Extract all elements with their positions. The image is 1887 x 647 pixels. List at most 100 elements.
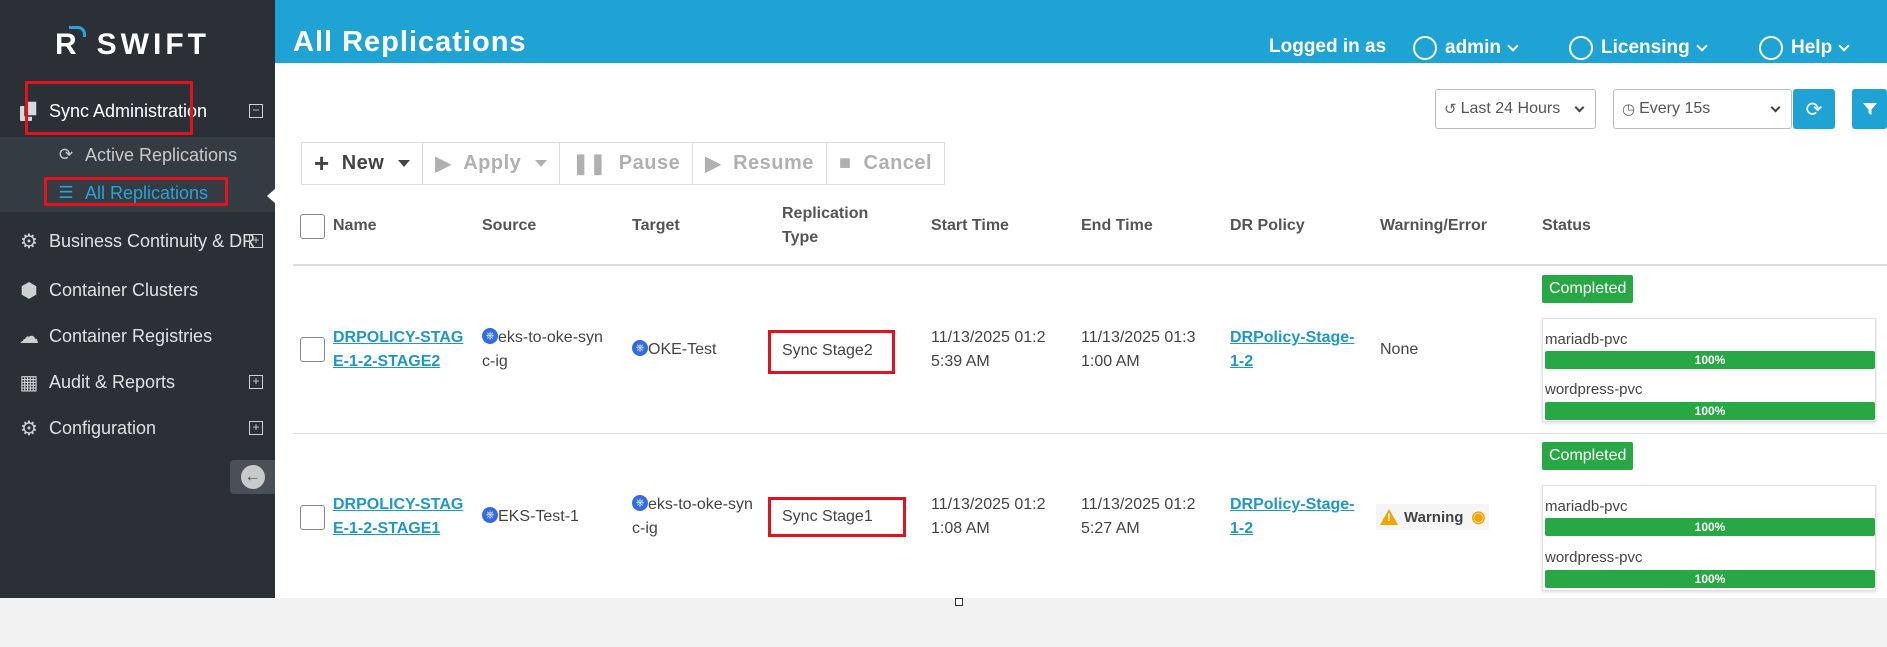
collapse-minus-icon[interactable]: − [249, 104, 263, 118]
pvc-name: wordpress-pvc [1545, 549, 1643, 566]
eye-icon[interactable]: ◉ [1471, 507, 1485, 527]
licensing-label: Licensing [1601, 37, 1690, 58]
column-header-status[interactable]: Status [1542, 214, 1591, 238]
cancel-button[interactable]: ■ Cancel [827, 143, 944, 184]
history-icon: ↺ [1444, 101, 1457, 118]
status-badge: Completed [1542, 275, 1634, 303]
link-text: E-1-2-STAGE2 [333, 353, 441, 370]
row-checkbox[interactable] [300, 337, 325, 362]
refresh-interval-select[interactable]: ◷ Every 15s [1613, 89, 1792, 129]
sidebar-item-container-registries[interactable]: ☁ Container Registries [0, 321, 275, 351]
expand-plus-icon[interactable]: + [249, 421, 263, 435]
sidebar-item-business-continuity[interactable]: ⚙ Business Continuity & DR + [0, 226, 275, 256]
column-header-end-time[interactable]: End Time [1081, 214, 1153, 238]
column-header-start-time[interactable]: Start Time [931, 214, 1009, 238]
action-toolbar: + New ▶ Apply ❚❚ Pause ▶ Resume ■ Cancel [301, 142, 946, 185]
column-header-target[interactable]: Target [632, 214, 680, 238]
dr-policy-link[interactable]: DRPolicy-Stage- 1-2 [1230, 326, 1354, 374]
sidebar-item-configuration[interactable]: ⚙ Configuration + [0, 413, 275, 443]
source-text: EKS-Test-1 [498, 508, 579, 525]
link-text: 1-2 [1230, 353, 1254, 370]
expand-plus-icon[interactable]: + [249, 375, 263, 389]
chevron-down-icon [1507, 39, 1519, 52]
column-header-warning[interactable]: Warning/Error [1380, 214, 1487, 238]
play-icon: ▶ [435, 153, 452, 175]
top-header: All Replications Logged in as admin Lice… [275, 0, 1887, 63]
pvc-progress-bar: 100% [1545, 570, 1875, 588]
pvc-progress-fill: 100% [1545, 518, 1875, 536]
sidebar-item-audit-reports[interactable]: ▦ Audit & Reports + [0, 367, 275, 397]
expand-plus-icon[interactable]: + [249, 234, 263, 248]
plus-icon: + [314, 148, 330, 178]
help-label: Help [1791, 37, 1833, 58]
app-window: R SWIFT Sync Administration − ⟳ Active R… [0, 0, 1887, 598]
apply-button[interactable]: ▶ Apply [423, 143, 561, 184]
filter-button[interactable] [1852, 89, 1887, 129]
logo-r: R [55, 26, 86, 61]
pvc-progress-bar: 100% [1545, 518, 1875, 536]
refresh-button[interactable]: ⟳ [1793, 89, 1835, 129]
resize-handle[interactable] [955, 598, 963, 606]
source-text: c-ig [482, 353, 508, 370]
warning-cell: None [1380, 341, 1419, 358]
dr-policy-link[interactable]: DRPolicy-Stage- 1-2 [1230, 493, 1354, 541]
target-cell: ⎈ eks-to-oke-syn c-ig [632, 493, 753, 541]
sidebar-item-container-clusters[interactable]: ⬢ Container Clusters [0, 275, 275, 305]
sidebar: R SWIFT Sync Administration − ⟳ Active R… [0, 0, 275, 598]
logged-in-label: Logged in as [1269, 36, 1386, 58]
time-range-value: Last 24 Hours [1460, 100, 1561, 117]
logo-text: SWIFT [96, 28, 210, 61]
pause-label: Pause [618, 152, 681, 174]
kubernetes-icon: ⎈ [482, 328, 498, 344]
sidebar-item-label: Container Clusters [49, 279, 199, 300]
collapse-sidebar-icon: ← [240, 465, 265, 489]
pvc-progress-fill: 100% [1545, 402, 1875, 420]
column-header-name[interactable]: Name [333, 214, 377, 238]
column-header-replication-type[interactable]: Replication Type [782, 202, 868, 250]
sidebar-item-label: Container Registries [49, 325, 213, 346]
warning-icon [1380, 509, 1398, 525]
select-all-checkbox[interactable] [300, 214, 325, 239]
pvc-progress-bar: 100% [1545, 402, 1875, 420]
kubernetes-icon: ⎈ [632, 340, 648, 356]
user-menu[interactable]: admin [1413, 36, 1519, 60]
row-checkbox[interactable] [300, 505, 325, 530]
link-text: DRPolicy-Stage- [1230, 329, 1355, 346]
cloud-icon: ☁ [19, 325, 39, 348]
collapse-sidebar-button[interactable]: ← [230, 460, 275, 494]
pause-button[interactable]: ❚❚ Pause [560, 143, 694, 184]
clock-icon: ◷ [1622, 101, 1636, 118]
column-header-text: Type [782, 229, 819, 246]
replication-name-link[interactable]: DRPOLICY-STAG E-1-2-STAGE1 [333, 493, 463, 541]
source-text: eks-to-oke-syn [498, 329, 603, 346]
link-text: DRPolicy-Stage- [1230, 496, 1355, 513]
gear-database-icon: ⚙ [20, 230, 38, 253]
column-header-dr-policy[interactable]: DR Policy [1230, 214, 1305, 238]
chevron-down-icon [1838, 39, 1850, 52]
cube-icon: ⬢ [20, 279, 38, 302]
chevron-down-icon [1574, 102, 1585, 113]
start-time-cell: 11/13/2025 01:2 5:39 AM [931, 326, 1045, 374]
chevron-down-icon [1770, 102, 1781, 113]
resume-icon: ▶ [705, 153, 722, 175]
refresh-interval-value: Every 15s [1639, 100, 1711, 117]
highlight-box-all-replications [44, 177, 228, 206]
resume-button[interactable]: ▶ Resume [693, 143, 827, 184]
warning-text: Warning [1404, 508, 1464, 526]
target-text: eks-to-oke-syn [648, 496, 753, 513]
start-time-cell: 11/13/2025 01:2 1:08 AM [931, 493, 1045, 541]
row-divider [293, 433, 1887, 434]
grid-icon: ▦ [19, 371, 39, 394]
time-range-select[interactable]: ↺ Last 24 Hours [1435, 89, 1596, 129]
refresh-icon: ⟳ [58, 145, 74, 164]
licensing-menu[interactable]: Licensing [1569, 36, 1708, 60]
column-header-source[interactable]: Source [482, 214, 536, 238]
replication-name-link[interactable]: DRPOLICY-STAG E-1-2-STAGE2 [333, 326, 463, 374]
swift-logo[interactable]: R SWIFT [55, 26, 210, 62]
help-menu[interactable]: Help [1759, 36, 1850, 60]
new-button[interactable]: + New [302, 143, 424, 184]
pause-icon: ❚❚ [572, 153, 607, 175]
sidebar-item-active-replications[interactable]: ⟳ Active Replications [0, 142, 275, 168]
warning-indicator[interactable]: Warning ◉ [1376, 504, 1490, 530]
licensing-icon [1569, 36, 1593, 60]
